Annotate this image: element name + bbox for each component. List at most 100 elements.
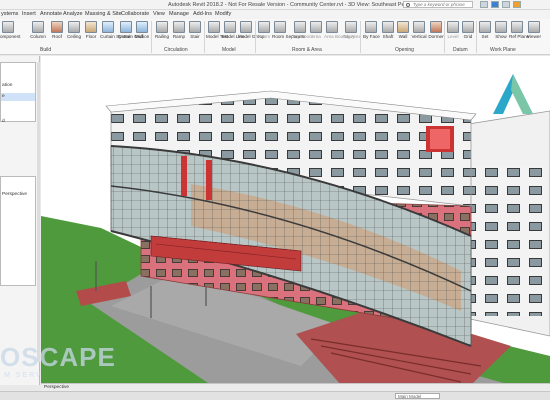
grid-icon: [462, 21, 474, 33]
watermark: OSCAPE: [0, 342, 116, 372]
model-text-tool[interactable]: Model Text: [206, 21, 228, 39]
roof-tool[interactable]: Roof: [49, 21, 65, 39]
ribbon-separator: [151, 21, 152, 53]
panel-row: d: [2, 119, 5, 124]
stair-icon: [189, 21, 201, 33]
column-tool[interactable]: Column: [30, 21, 46, 39]
status-bar: Main Model: [0, 391, 550, 400]
tab-annotate[interactable]: Annotate: [40, 11, 62, 17]
model-group-tool[interactable]: Model Group: [238, 21, 265, 39]
level-tool[interactable]: Level: [445, 21, 461, 39]
building-model: [41, 56, 550, 385]
ribbon: omponent Column Roof Ceiling Floor Curta…: [0, 19, 550, 55]
panel-row: ation: [2, 83, 13, 88]
curtain-system-tool[interactable]: Curtain System: [100, 21, 131, 39]
component-tool[interactable]: omponent: [0, 21, 20, 39]
component-icon: [2, 21, 14, 33]
search-input[interactable]: Type a keyword or phrase: [403, 1, 473, 8]
model-line-icon: [224, 21, 236, 33]
curtain-system-icon: [102, 21, 114, 33]
area-tool[interactable]: Area: [308, 21, 324, 39]
tab-modify[interactable]: Modify: [215, 11, 231, 17]
title-bar: Autodesk Revit 2018.2 - Not For Resale V…: [0, 0, 550, 10]
viewer-tool[interactable]: Viewer: [526, 21, 542, 39]
curtain-grid-tool[interactable]: Curtain Grid: [118, 21, 143, 39]
tab-view[interactable]: View: [153, 11, 165, 17]
group-circulation: Circulation: [164, 47, 188, 53]
stair-tool[interactable]: Stair: [187, 21, 203, 39]
properties-box: ation e d: [0, 62, 36, 124]
roof-icon: [51, 21, 63, 33]
group-opening: Opening: [395, 47, 414, 53]
set-icon: [479, 21, 491, 33]
mullion-tool[interactable]: Mullion: [134, 21, 150, 39]
menu-tabs: ystems Insert Annotate Analyze Massing &…: [0, 10, 550, 19]
group-datum: Datum: [453, 47, 468, 53]
ramp-tool[interactable]: Ramp: [171, 21, 187, 39]
mullion-icon: [136, 21, 148, 33]
ref-plane-tool[interactable]: Ref Plane: [509, 21, 529, 39]
room-separator-icon: [274, 21, 286, 33]
show-tool[interactable]: Show: [493, 21, 509, 39]
ref-plane-icon: [511, 21, 523, 33]
tag-area-tool[interactable]: Tag Area: [343, 21, 361, 39]
tag-area-icon: [345, 21, 357, 33]
wall-icon: [397, 21, 409, 33]
tab-add-ins[interactable]: Add-Ins: [193, 11, 212, 17]
view-control-bar: Perspective: [41, 383, 550, 391]
model-text-icon: [208, 21, 220, 33]
user-icon[interactable]: [502, 1, 510, 8]
app-store-icon[interactable]: [513, 1, 521, 8]
properties-panel: ation e d Perspective: [0, 56, 40, 385]
railing-tool[interactable]: Railing: [154, 21, 170, 39]
tag-room-icon: [294, 21, 306, 33]
show-icon: [495, 21, 507, 33]
area-boundary-tool[interactable]: Area Boundary: [324, 21, 355, 39]
3d-viewport[interactable]: [41, 56, 550, 385]
set-tool[interactable]: Set: [477, 21, 493, 39]
viewer-icon: [528, 21, 540, 33]
project-browser: Perspective: [0, 176, 36, 286]
accent-panel: [206, 160, 212, 200]
grid-tool[interactable]: Grid: [460, 21, 476, 39]
watermark-sub: M SERV: [4, 372, 43, 379]
binoculars-icon[interactable]: [480, 1, 488, 8]
by-face-icon: [365, 21, 377, 33]
window-title: Autodesk Revit 2018.2 - Not For Resale V…: [168, 2, 427, 8]
tab-massing-site[interactable]: Massing & Site: [85, 11, 122, 17]
browser-item[interactable]: Perspective: [2, 192, 27, 197]
area-boundary-icon: [326, 21, 338, 33]
dormer-tool[interactable]: Dormer: [428, 21, 444, 39]
room-separator-tool[interactable]: Room Separator: [272, 21, 306, 39]
search-placeholder: Type a keyword or phrase: [413, 2, 465, 7]
railing-icon: [156, 21, 168, 33]
curtain-grid-icon: [120, 21, 132, 33]
vertical-icon: [413, 21, 425, 33]
level-icon: [447, 21, 459, 33]
model-group-icon: [240, 21, 252, 33]
tab-systems[interactable]: ystems: [1, 11, 18, 17]
floor-tool[interactable]: Floor: [83, 21, 99, 39]
ribbon-separator: [360, 21, 361, 53]
group-build: Build: [40, 47, 52, 53]
tab-collaborate[interactable]: Collaborate: [121, 11, 149, 17]
tab-analyze[interactable]: Analyze: [63, 11, 83, 17]
model-line-tool[interactable]: Model Line: [222, 21, 244, 39]
wall-opening-tool[interactable]: Wall: [395, 21, 411, 39]
view-label: Perspective: [44, 385, 70, 390]
column-icon: [32, 21, 44, 33]
selected-row[interactable]: [1, 93, 35, 101]
dormer-icon: [430, 21, 442, 33]
tag-room-tool[interactable]: Tag Room: [292, 21, 313, 39]
ceiling-tool[interactable]: Ceiling: [66, 21, 82, 39]
tab-manage[interactable]: Manage: [169, 11, 189, 17]
tab-insert[interactable]: Insert: [22, 11, 36, 17]
model-selector[interactable]: Main Model: [395, 393, 440, 399]
by-face-tool[interactable]: By Face: [363, 21, 380, 39]
group-room-area: Room & Area: [292, 47, 322, 53]
vertical-opening-tool[interactable]: Vertical: [411, 21, 427, 39]
panel-scrollbar[interactable]: [37, 62, 40, 362]
shaft-tool[interactable]: Shaft: [380, 21, 396, 39]
subscription-icon[interactable]: [491, 1, 499, 8]
room-tool[interactable]: Room: [256, 21, 272, 39]
